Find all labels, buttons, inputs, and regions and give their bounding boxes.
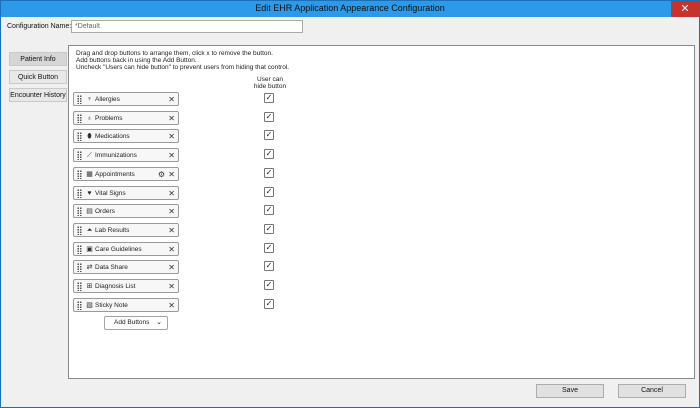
drag-handle-icon[interactable] [77,263,82,273]
drag-handle-icon[interactable] [77,95,82,104]
remove-button[interactable]: ✕ [168,225,175,236]
configuration-name-input[interactable] [71,20,303,33]
drag-handle-icon[interactable] [77,188,82,198]
remove-button[interactable]: ✕ [168,188,175,199]
dialog-footer: Save Cancel [1,381,699,407]
orders-icon: ▤ [86,208,93,216]
drag-handle-icon[interactable] [77,282,82,291]
guidelines-icon: ▣ [86,245,93,253]
drag-handle-icon[interactable] [77,151,82,161]
list-item-care-guidelines[interactable]: ▣ Care Guidelines ✕ [73,241,179,256]
list-item-sticky-note[interactable]: ▧ Sticky Note ✕ [73,297,179,312]
allergies-icon: ♆ [86,96,93,103]
list-item-problems[interactable]: ♁ Problems ✕ [73,110,179,125]
list-item-lab-results[interactable]: ⏶ Lab Results ✕ [73,222,179,237]
sticky-note-icon: ▧ [86,301,93,309]
pill-icon: ⬮ [87,133,92,141]
tab-quick-button[interactable]: Quick Button [9,70,67,84]
remove-button[interactable]: ✕ [168,169,175,180]
heart-icon: ♥ [87,189,92,197]
remove-button[interactable]: ✕ [168,300,175,311]
user-can-hide-checkbox[interactable]: ✓ [264,261,274,272]
item-label: Medications [95,133,130,141]
close-button[interactable]: ✕ [671,1,699,17]
list-item-medications[interactable]: ⬮ Medications ✕ [73,129,179,144]
stethoscope-icon: ♁ [86,114,93,122]
list-item-diagnosis-list[interactable]: ⊞ Diagnosis List ✕ [73,279,179,293]
configuration-panel: Drag and drop buttons to arrange them, c… [68,45,695,379]
cancel-button[interactable]: Cancel [618,384,686,398]
item-label: Data Share [95,264,128,272]
syringe-icon: ⟋ [87,152,92,160]
flask-icon: ⏶ [86,226,93,234]
remove-button[interactable]: ✕ [168,94,175,105]
calendar-icon: ▦ [86,170,93,178]
list-item-orders[interactable]: ▤ Orders ✕ [73,204,179,219]
tab-patient-info[interactable]: Patient Info [9,52,67,66]
user-can-hide-checkbox[interactable]: ✓ [264,149,274,160]
dialog-window: Edit EHR Application Appearance Configur… [0,0,700,408]
title-bar: Edit EHR Application Appearance Configur… [1,1,699,17]
configuration-name-label: Configuration Name: [7,23,72,30]
item-label: Immunizations [95,152,137,160]
user-can-hide-header: User can hide button [253,76,287,90]
remove-button[interactable]: ✕ [168,206,175,217]
data-share-icon: ⇄ [86,264,93,272]
chevron-down-icon: ⌄ [156,319,162,326]
diagnosis-icon: ⊞ [86,283,93,290]
add-buttons-label: Add Buttons [114,319,150,326]
remove-button[interactable]: ✕ [168,244,175,255]
gear-icon[interactable]: ⚙ [158,169,165,180]
save-button[interactable]: Save [536,384,604,398]
item-label: Care Guidelines [95,245,142,253]
instructions-text: Drag and drop buttons to arrange them, c… [76,50,290,71]
item-label: Appointments [95,170,135,178]
drag-handle-icon[interactable] [77,207,82,217]
remove-button[interactable]: ✕ [168,281,175,292]
item-label: Vital Signs [95,189,126,197]
drag-handle-icon[interactable] [77,225,82,235]
user-can-hide-checkbox[interactable]: ✓ [264,93,274,103]
user-can-hide-checkbox[interactable]: ✓ [264,205,274,216]
list-item-immunizations[interactable]: ⟋ Immunizations ✕ [73,148,179,163]
item-label: Problems [95,114,123,122]
drag-handle-icon[interactable] [77,113,82,123]
tab-encounter-history[interactable]: Encounter History [9,88,67,102]
add-buttons-dropdown[interactable]: Add Buttons ⌄ [104,316,168,330]
user-can-hide-checkbox[interactable]: ✓ [264,130,274,141]
user-can-hide-checkbox[interactable]: ✓ [264,223,274,234]
list-item-vital-signs[interactable]: ♥ Vital Signs ✕ [73,185,179,200]
drag-handle-icon[interactable] [77,169,82,179]
list-item-appointments[interactable]: ▦ Appointments ⚙ ✕ [73,166,179,181]
user-can-hide-checkbox[interactable]: ✓ [264,280,274,290]
remove-button[interactable]: ✕ [168,150,175,161]
window-title: Edit EHR Application Appearance Configur… [255,3,445,13]
user-can-hide-checkbox[interactable]: ✓ [264,167,274,178]
item-label: Lab Results [95,226,130,234]
remove-button[interactable]: ✕ [168,262,175,273]
user-can-hide-checkbox[interactable]: ✓ [264,242,274,253]
drag-handle-icon[interactable] [77,244,82,254]
user-can-hide-checkbox[interactable]: ✓ [264,111,274,122]
list-item-data-share[interactable]: ⇄ Data Share ✕ [73,260,179,275]
remove-button[interactable]: ✕ [168,131,175,142]
drag-handle-icon[interactable] [77,300,82,310]
list-item-allergies[interactable]: ♆ Allergies ✕ [73,92,179,106]
item-label: Sticky Note [95,301,128,309]
item-label: Allergies [95,96,120,103]
item-label: Orders [95,208,115,216]
user-can-hide-checkbox[interactable]: ✓ [264,298,274,309]
item-label: Diagnosis List [95,283,136,290]
drag-handle-icon[interactable] [77,132,82,142]
remove-button[interactable]: ✕ [168,113,175,124]
user-can-hide-checkbox[interactable]: ✓ [264,186,274,197]
